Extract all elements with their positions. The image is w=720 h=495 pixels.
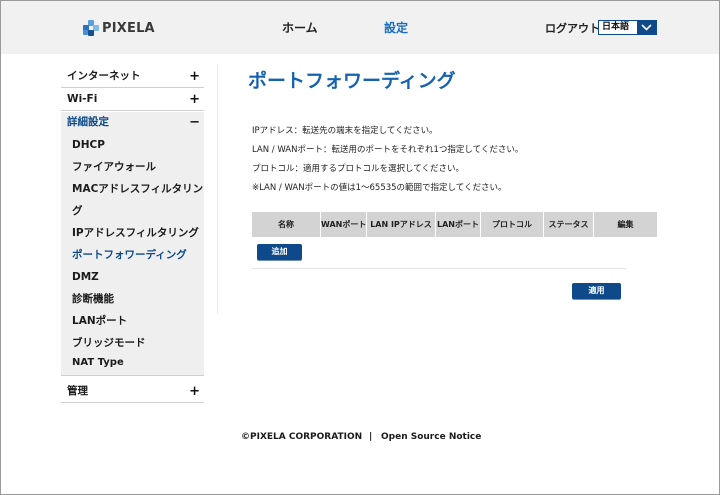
column-name: 名称 [252,212,321,237]
column-protocol: プロトコル [481,212,544,237]
sidebar-item-internet[interactable]: インターネット + [61,66,204,88]
plus-icon: + [189,69,200,84]
brand-name: PIXELA [102,20,155,36]
logout-link[interactable]: ログアウト [545,20,600,36]
advanced-submenu: DHCP ファイアウォール MACアドレスフィルタリン グ IPアドレスフィルタ… [61,134,204,376]
top-header: PIXELA ホーム 設定 ログアウト 日本語 [1,1,719,54]
sidebar-item-ip-filter[interactable]: IPアドレスフィルタリング [61,222,204,244]
sidebar-item-bridge-mode[interactable]: ブリッジモード [61,332,204,354]
chevron-down-icon[interactable] [637,21,656,34]
description-ip: IPアドレス：転送先の端末を指定してください。 [252,126,438,136]
sidebar-item-port-forwarding[interactable]: ポートフォワーディング [61,244,204,266]
language-select[interactable]: 日本語 [598,20,657,35]
sidebar-item-admin[interactable]: 管理 + [61,381,204,403]
sidebar-item-mac-filter[interactable]: MACアドレスフィルタリン グ [61,178,204,222]
column-edit: 編集 [617,220,634,229]
sidebar-item-wifi[interactable]: Wi-Fi + [61,89,204,111]
description-ports: LAN / WANポート：転送用のポートをそれぞれ1つ指定してください。 [252,145,524,155]
description-port-range: ※LAN / WANポートの値は1〜65535の範囲で指定してください。 [252,183,507,193]
language-value: 日本語 [602,22,630,32]
nav-settings[interactable]: 設定 [384,19,408,36]
sidebar-item-label: MACアドレスフィルタリン [72,183,204,195]
port-forwarding-table-header: 名称 WANポート LAN IPアドレス LANポート プロトコル ステータス … [252,212,657,237]
divider-line [252,268,626,269]
column-status: ステータス [544,212,594,237]
sidebar-item-lan-port[interactable]: LANポート [61,310,204,332]
copyright-text: ©PIXELA CORPORATION [241,432,363,442]
sidebar-item-diagnostics[interactable]: 診断機能 [61,288,204,310]
sidebar-divider [217,64,218,314]
plus-icon: + [189,92,200,107]
plus-icon: + [189,384,200,399]
sidebar-item-label: インターネット [67,70,141,82]
sidebar-item-label: 詳細設定 [67,116,109,128]
description-protocol: プロトコル：適用するプロトコルを選択してください。 [252,164,464,174]
sidebar-item-dhcp[interactable]: DHCP [61,134,204,156]
nav-home[interactable]: ホーム [282,19,318,36]
sidebar-item-advanced[interactable]: 詳細設定 − [61,112,204,134]
sidebar-item-firewall[interactable]: ファイアウォール [61,156,204,178]
sidebar: インターネット + Wi-Fi + 詳細設定 − DHCP ファイアウォール M… [61,66,204,403]
open-source-notice-link[interactable]: Open Source Notice [381,432,481,442]
sidebar-item-label: 管理 [67,385,88,397]
pixela-logo-icon [83,20,99,36]
add-button[interactable]: 追加 [257,244,302,260]
sidebar-item-dmz[interactable]: DMZ [61,266,204,288]
page-title: ポートフォワーディング [248,70,456,92]
column-wan-port: WANポート [321,212,367,237]
pixela-logo[interactable]: PIXELA [83,18,155,38]
minus-icon: − [189,115,200,130]
sidebar-item-nat-type[interactable]: NAT Type [61,355,204,371]
apply-button[interactable]: 適用 [572,283,621,299]
sidebar-item-label-cont: グ [72,205,83,217]
column-lan-port: LANポート [436,212,481,237]
sidebar-item-label: Wi-Fi [67,93,98,105]
column-lan-ip: LAN IPアドレス [367,212,436,237]
footer-separator: | [369,432,373,442]
